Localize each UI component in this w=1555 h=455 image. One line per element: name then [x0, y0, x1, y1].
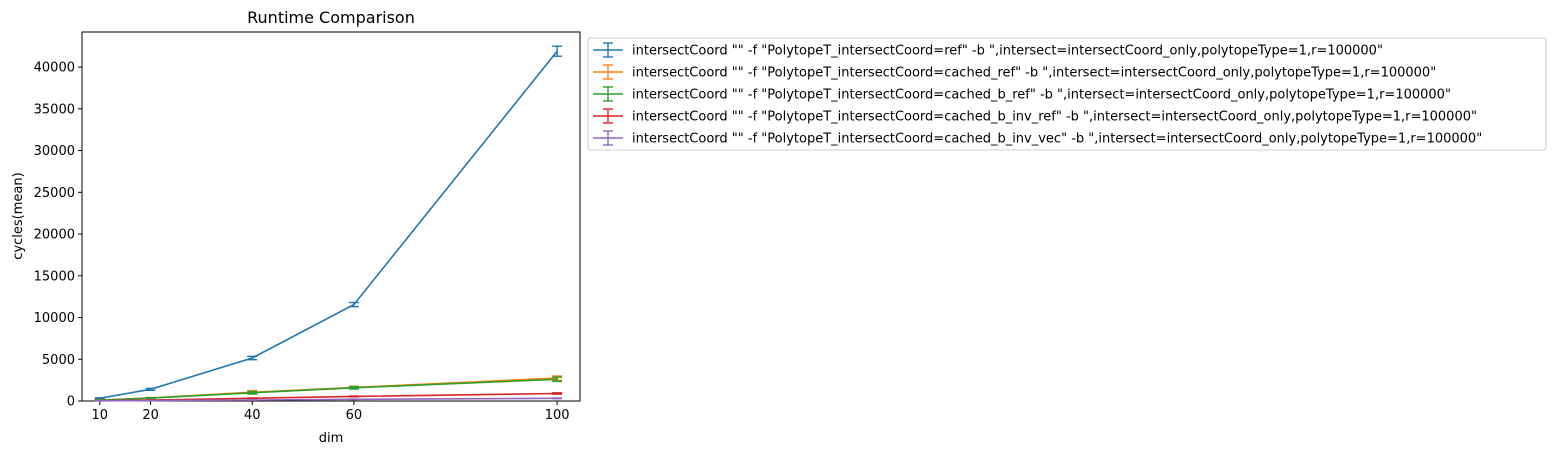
legend-entry-label: intersectCoord "" -f "PolytopeT_intersec…: [632, 88, 1451, 103]
plot-area: [81, 31, 581, 402]
x-tick-label: 40: [244, 408, 261, 423]
legend-entry-label: intersectCoord "" -f "PolytopeT_intersec…: [632, 110, 1477, 125]
y-tick-label: 10000: [34, 311, 75, 326]
y-tick-label: 35000: [34, 102, 75, 117]
y-tick-label: 15000: [34, 269, 75, 284]
x-axis-label: dim: [319, 431, 344, 446]
legend: intersectCoord "" -f "PolytopeT_intersec…: [587, 37, 1547, 151]
legend-entry-label: intersectCoord "" -f "PolytopeT_intersec…: [632, 66, 1436, 81]
y-axis: 0 5000 10000 15000 20000 25000 30000 35000 40000: [34, 61, 82, 410]
y-tick-label: 0: [67, 395, 75, 410]
y-tick-label: 20000: [34, 228, 75, 243]
legend-entry-label: intersectCoord "" -f "PolytopeT_intersec…: [632, 44, 1383, 59]
series-1: [94, 45, 563, 400]
series-layer: [94, 45, 563, 402]
x-tick-label: 20: [142, 408, 159, 423]
y-tick-label: 5000: [42, 353, 75, 368]
legend-entry-label: intersectCoord "" -f "PolytopeT_intersec…: [632, 132, 1482, 147]
y-axis-label: cycles(mean): [11, 172, 26, 259]
chart: Runtime Comparison 10 20 40 60 100 0 5000 1000…: [11, 8, 1547, 446]
x-tick-label: 10: [92, 408, 109, 423]
y-tick-label: 40000: [34, 61, 75, 76]
x-axis: 10 20 40 60 100: [92, 401, 570, 423]
series-line: [99, 50, 558, 400]
x-tick-label: 60: [346, 408, 363, 423]
plot-frame: [81, 31, 581, 402]
y-tick-label: 30000: [34, 144, 75, 159]
x-tick-label: 100: [545, 408, 570, 423]
chart-title: Runtime Comparison: [247, 8, 415, 27]
y-tick-label: 25000: [34, 186, 75, 201]
